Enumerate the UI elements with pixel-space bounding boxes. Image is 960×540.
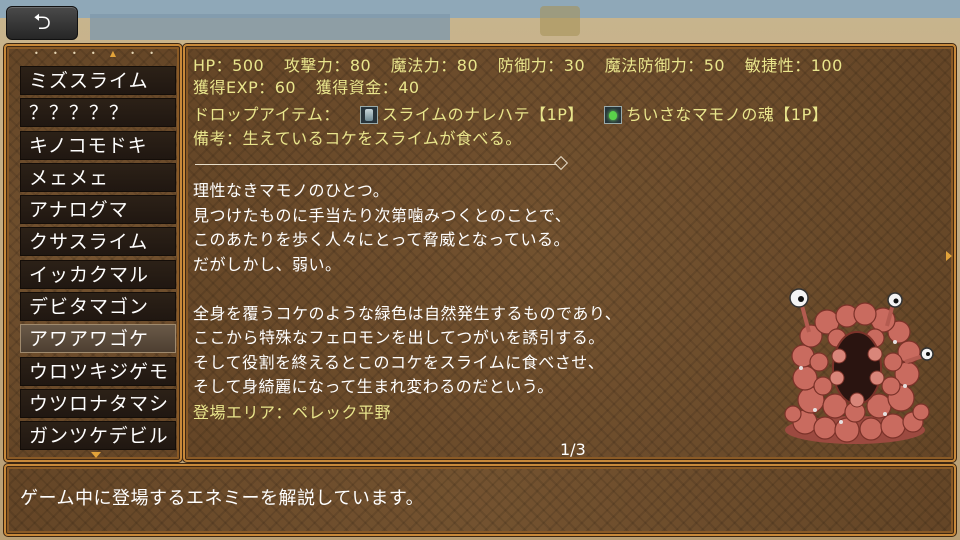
drop-items-line: ドロップアイテム： スライムのナレハテ【1P】 ちいさなマモノの魂【1P】 <box>193 105 828 125</box>
drop-item-2: ちいさなマモノの魂【1P】 <box>625 105 829 124</box>
enemy-list-panel: • • • • ▲ • • ミズスライム ？？？？？ キノコモドキ メェメェ アナログマ クサスライム… <box>4 44 182 462</box>
monster-soul-icon <box>603 106 622 124</box>
enemy-list-item[interactable]: アワアワゴケ <box>20 324 176 354</box>
description-line: 理性なきマモノのひとつ。 <box>193 181 390 200</box>
back-button[interactable]: ⮌ <box>6 6 78 40</box>
description-line: 全身を覆うコケのような緑色は自然発生するものであり、 <box>193 303 622 323</box>
drop-item-1: スライムのナレハテ【1P】 <box>381 105 584 124</box>
return-arrow-icon: ⮌ <box>33 10 51 35</box>
enemy-list-item[interactable]: ？？？？？ <box>20 98 176 128</box>
stat-magic-defense: 魔法防御力：50 <box>604 56 726 75</box>
rewards-line: 獲得EXP：60 獲得資金：40 <box>193 78 434 98</box>
reward-money: 獲得資金：40 <box>315 78 420 97</box>
monster-sprite <box>784 288 934 444</box>
stat-defense: 防御力：30 <box>497 56 586 75</box>
divider <box>195 164 557 165</box>
description-line <box>193 277 621 302</box>
description: 理性なきマモノのひとつ。 見つけたものに手当たり次第噛みつくとのことで、 このあ… <box>193 179 621 400</box>
enemy-list-item[interactable]: ウツロナタマシ <box>20 388 176 418</box>
stat-hp: HP：500 <box>193 56 265 75</box>
appearance-area: 登場エリア：ペレック平野 <box>193 403 392 422</box>
reward-exp: 獲得EXP：60 <box>193 78 297 97</box>
description-line: ここから特殊なフェロモンを出してつがいを誘引する。 <box>193 328 605 347</box>
stats-line: HP：500 攻撃力：80 魔法力：80 防御力：30 魔法防御力：50 敏捷性… <box>193 56 857 76</box>
enemy-list-item[interactable]: ガンツケデビル <box>20 421 176 451</box>
divider-diamond-icon <box>553 155 569 171</box>
stat-magic: 魔法力：80 <box>390 56 479 75</box>
stat-attack: 攻撃力：80 <box>283 56 372 75</box>
enemy-list-item[interactable]: メェメェ <box>20 162 176 192</box>
enemy-list-item[interactable]: ミズスライム <box>20 66 176 95</box>
help-panel: ゲーム中に登場するエネミーを解説しています。 <box>4 464 956 536</box>
stat-agility: 敏捷性：100 <box>744 56 843 75</box>
scroll-position-marks: • • • • ▲ • • <box>34 49 154 58</box>
enemy-detail-panel: HP：500 攻撃力：80 魔法力：80 防御力：30 魔法防御力：50 敏捷性… <box>183 44 956 462</box>
note-line: 備考：生えているコケをスライムが食べる。 <box>193 129 522 148</box>
background-window <box>90 14 450 40</box>
help-text: ゲーム中に登場するエネミーを解説しています。 <box>20 488 425 509</box>
enemy-list: ミズスライム ？？？？？ キノコモドキ メェメェ アナログマ クサスライム イッカクマル デビ… <box>20 66 176 454</box>
page-indicator: 1/3 <box>560 440 586 459</box>
drop-label: ドロップアイテム： <box>193 105 340 124</box>
description-line: 見つけたものに手当たり次第噛みつくとのことで、 <box>193 205 572 225</box>
enemy-list-item[interactable]: デビタマゴン <box>20 292 176 322</box>
description-line: だがしかし、弱い。 <box>193 254 342 274</box>
description-line: そして役割を終えるとこのコケをスライムに食べさせ、 <box>193 352 605 372</box>
enemy-list-item[interactable]: ウロツキジゲモ <box>20 356 176 386</box>
enemy-list-item[interactable]: クサスライム <box>20 227 176 257</box>
description-line: このあたりを歩く人々にとって脅威となっている。 <box>193 230 570 249</box>
enemy-list-item[interactable]: キノコモドキ <box>20 130 176 160</box>
description-line: そして身綺麗になって生まれ変わるのだという。 <box>193 377 554 396</box>
enemy-list-item[interactable]: アナログマ <box>20 195 176 225</box>
background-lamp <box>540 6 580 36</box>
scroll-down-arrow-icon[interactable] <box>91 452 101 458</box>
enemy-list-item[interactable]: イッカクマル <box>20 259 176 289</box>
next-page-arrow-icon[interactable] <box>946 251 952 261</box>
slime-jar-icon <box>359 106 378 124</box>
